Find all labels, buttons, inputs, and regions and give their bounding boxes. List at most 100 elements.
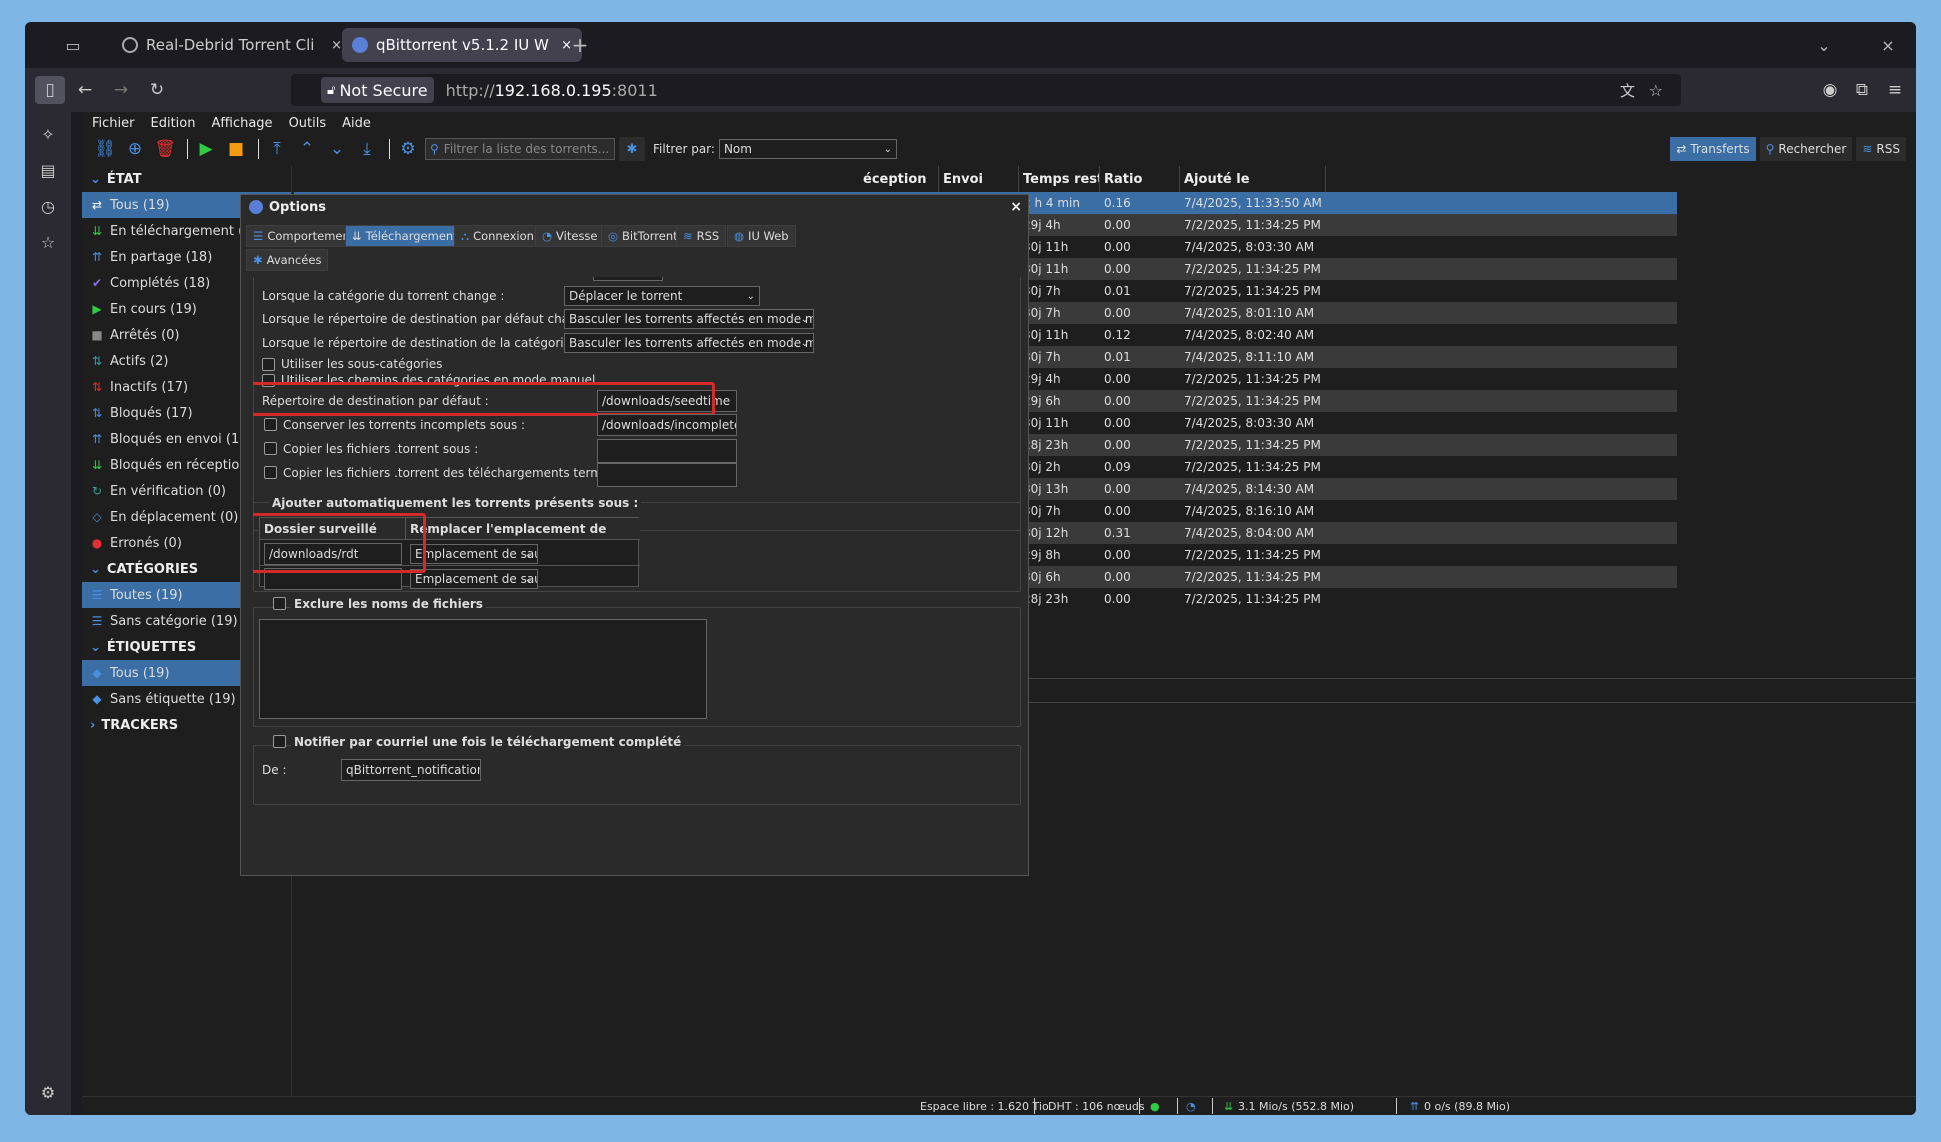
copy-torrent-finished-checkbox[interactable] (264, 466, 277, 479)
menu-edition[interactable]: Edition (151, 116, 196, 131)
filter-by-select[interactable]: Nom ⌄ (718, 139, 897, 159)
tab-telechargements[interactable]: ⇊ Téléchargements (345, 225, 471, 247)
default-dir-change-select[interactable]: Basculer les torrents affectés en mode m… (564, 309, 814, 329)
filter-item-label: Arrêtés (0) (110, 327, 180, 343)
url-host: 192.168.0.195 (494, 80, 612, 100)
dialog-tabs: ☰ Comportement ⇊ Téléchargements ⛬ Connexio… (246, 225, 1026, 275)
rss-button[interactable]: ≋ RSS (1856, 137, 1906, 161)
bookmark-star-icon[interactable]: ☆ (1649, 81, 1663, 100)
url-field[interactable]: 🔓︎ Not Secure http://192.168.0.195:8011 … (291, 74, 1681, 106)
forward-icon[interactable]: → (106, 76, 136, 104)
column-header[interactable]: Ajouté le (1180, 166, 1326, 192)
truncated-select[interactable] (593, 277, 663, 281)
add-torrent-icon[interactable]: ⊕ (122, 137, 148, 161)
from-input[interactable]: qBittorrent_notification@ex (341, 759, 481, 781)
exclude-filenames-checkbox[interactable] (273, 597, 286, 610)
account-icon[interactable]: ◉ (1815, 76, 1845, 104)
table-cell: 0.00 (1104, 548, 1131, 562)
extensions-icon[interactable]: ⧉ (1847, 76, 1877, 104)
filter-item-label: Tous (19) (110, 197, 170, 213)
tab-rss[interactable]: ≋ RSS (676, 225, 727, 247)
options-gear-icon[interactable]: ⚙ (395, 137, 421, 161)
table-cell: 0.00 (1104, 416, 1131, 430)
security-badge[interactable]: 🔓︎ Not Secure (321, 77, 434, 103)
column-header[interactable]: Ratio (1100, 166, 1180, 192)
ai-chat-icon[interactable]: ✧ (36, 122, 60, 146)
table-cell: 0.16 (1104, 196, 1131, 210)
copy-torrent-finished-input[interactable] (597, 463, 737, 487)
menu-outils[interactable]: Outils (289, 116, 327, 131)
column-header[interactable]: Temps resta... (1019, 166, 1100, 192)
table-cell: 7/2/2025, 11:34:25 PM (1184, 284, 1321, 298)
tab-iu-web[interactable]: ◍ IU Web (727, 225, 796, 247)
settings-gear-icon[interactable]: ⚙ (36, 1080, 60, 1104)
options-dialog: Options × ☰ Comportement ⇊ Téléchargements… (240, 194, 1029, 876)
menu-fichier[interactable]: Fichier (92, 116, 135, 131)
reload-icon[interactable]: ↻ (142, 76, 172, 104)
search-button[interactable]: ⚲ Rechercher (1759, 137, 1853, 161)
tab-connexion[interactable]: ⛬ Connexion (454, 225, 541, 247)
tab-qbittorrent[interactable]: qBittorrent v5.1.2 IU W × (342, 28, 582, 62)
tab-list-chevron-icon[interactable]: ⌄ (1811, 32, 1837, 58)
network-icon: ⛬ (461, 228, 470, 243)
back-icon[interactable]: ← (70, 76, 100, 104)
keep-incomplete-input[interactable]: /downloads/incomplete (597, 414, 737, 436)
start-icon[interactable]: ▶ (193, 137, 219, 161)
transfers-button[interactable]: ⇄ Transferts (1670, 137, 1756, 161)
column-header[interactable]: Envoi (939, 166, 1019, 192)
menu-icon[interactable]: ≡ (1880, 76, 1910, 104)
cat-dir-change-select[interactable]: Basculer les torrents affectés en mode m… (564, 333, 814, 353)
add-link-icon[interactable]: ⛓ (92, 137, 118, 161)
filter-item-icon: ⇊ (91, 458, 103, 472)
copy-torrent-checkbox[interactable] (264, 442, 277, 455)
tab-avancees[interactable]: ✱ Avancées (246, 249, 329, 271)
filter-item-label: En vérification (0) (110, 483, 226, 499)
menu-affichage[interactable]: Affichage (211, 116, 272, 131)
speed-limit-icon[interactable]: ◔ (1186, 1100, 1196, 1113)
history-icon[interactable]: ◷ (36, 194, 60, 218)
location-select[interactable]: Emplacement de sauve⌄ (410, 544, 538, 564)
exclude-filenames-textarea[interactable] (259, 619, 707, 719)
synced-tabs-icon[interactable]: ▤ (36, 158, 60, 182)
keep-incomplete-checkbox[interactable] (264, 418, 277, 431)
autoadd-legend: Ajouter automatiquement les torrents pré… (269, 496, 642, 510)
tab-close-icon[interactable]: × (331, 38, 342, 53)
transfers-label: Transferts (1690, 142, 1750, 156)
notify-email-checkbox[interactable] (273, 735, 286, 748)
state-header[interactable]: ⌄ ÉTAT (82, 166, 291, 192)
tab-bittorrent[interactable]: ◎ BitTorrent (601, 225, 685, 247)
menu-aide[interactable]: Aide (342, 116, 371, 131)
filter-item-label: Complétés (18) (110, 275, 211, 291)
move-down-icon[interactable]: ⌄ (324, 137, 350, 161)
status-separator (1139, 1098, 1140, 1114)
window-close-button[interactable]: × (1875, 32, 1901, 58)
move-up-icon[interactable]: ⌃ (294, 137, 320, 161)
tab-real-debrid[interactable]: Real-Debrid Torrent Cli × (112, 28, 352, 62)
dialog-title-bar[interactable]: Options × (241, 195, 1028, 219)
cat-change-select[interactable]: Déplacer le torrent ⌄ (564, 286, 760, 306)
tab-vitesse[interactable]: ◔ Vitesse (535, 225, 605, 247)
location-select[interactable]: Emplacement de sauve⌄ (410, 569, 538, 589)
move-bottom-icon[interactable]: ⤓ (354, 137, 380, 161)
translate-icon[interactable]: 文 (1620, 80, 1635, 101)
table-cell: 0.00 (1104, 592, 1131, 606)
sidebar-toggle-icon[interactable]: ▯ (35, 76, 65, 104)
regex-icon[interactable]: ✱ (619, 137, 645, 161)
delete-icon[interactable]: 🗑︎ (152, 137, 178, 161)
torrent-filter-input[interactable]: ⚲ Filtrer la liste des torrents... (425, 138, 615, 160)
copy-torrent-input[interactable] (597, 439, 737, 463)
dht-nodes: DHT : 106 nœuds (1048, 1099, 1145, 1113)
tab-bar: ▭ Real-Debrid Torrent Cli × qBittorrent … (25, 22, 1916, 68)
use-subcategories-checkbox[interactable] (262, 358, 275, 371)
new-tab-button[interactable]: + (567, 32, 593, 58)
dialog-close-button[interactable]: × (1010, 199, 1022, 215)
bookmarks-icon[interactable]: ☆ (36, 230, 60, 254)
table-cell: 30j 11h (1023, 262, 1069, 276)
column-header[interactable]: éception (859, 166, 939, 192)
highlight-watched-folder (253, 513, 426, 573)
transfers-icon: ⇄ (1676, 142, 1687, 156)
move-top-icon[interactable]: ⤒ (264, 137, 290, 161)
tab-overview-icon[interactable]: ▭ (60, 32, 86, 58)
connection-status-icon[interactable]: ● (1150, 1100, 1160, 1113)
stop-icon[interactable]: ■ (223, 137, 249, 161)
